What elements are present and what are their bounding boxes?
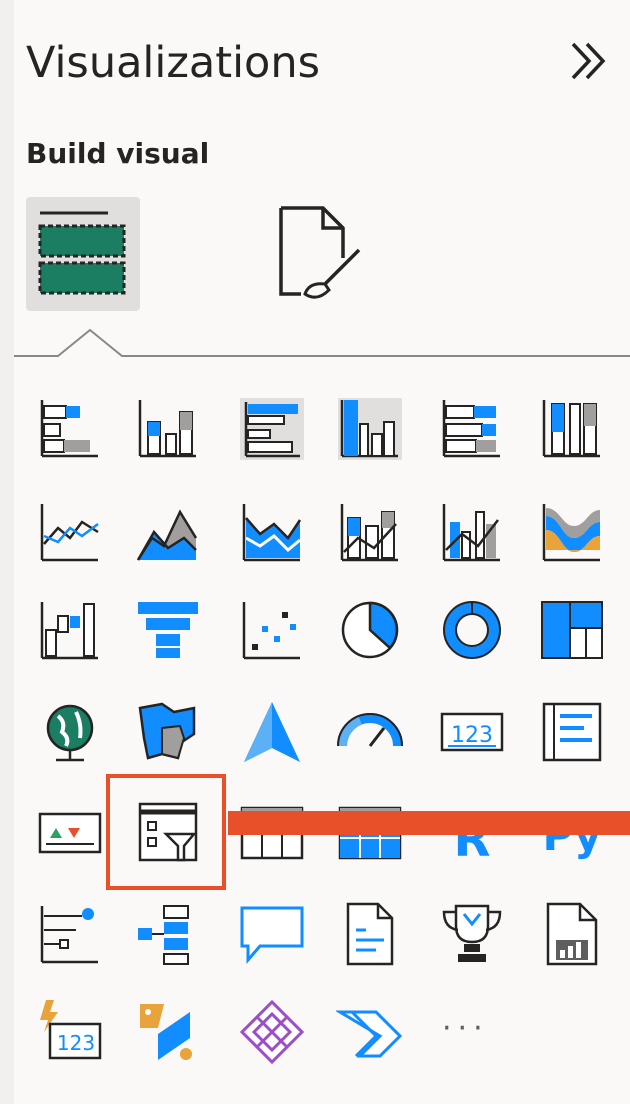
- power-apps-visual-button[interactable]: 123: [36, 998, 104, 1066]
- treemap-visual-button[interactable]: [538, 596, 606, 664]
- funnel-chart-visual-button[interactable]: [134, 596, 202, 664]
- svg-text:123: 123: [451, 723, 493, 748]
- multi-row-card-icon: [542, 702, 602, 762]
- kpi-icon: [38, 812, 102, 854]
- stacked-area-chart-icon: [242, 504, 302, 562]
- 100-stacked-bar-chart-icon: [442, 400, 500, 458]
- map-visual-button[interactable]: [36, 698, 104, 766]
- power-bi-app-visual-button[interactable]: [238, 998, 306, 1066]
- collapse-pane-button[interactable]: [567, 36, 611, 86]
- smart-narrative-icon: [346, 902, 394, 966]
- treemap-icon: [541, 601, 603, 659]
- line-and-clustered-column-chart-icon: [442, 504, 500, 562]
- chevron-double-right-icon: [571, 42, 606, 80]
- line-and-stacked-column-chart-icon: [340, 504, 398, 562]
- pie-chart-visual-button[interactable]: [336, 596, 404, 664]
- key-influencers-visual-button[interactable]: [36, 900, 104, 968]
- ribbon-chart-visual-button[interactable]: [538, 498, 606, 566]
- card-icon: 123: [440, 712, 504, 752]
- map-icon: [46, 704, 94, 762]
- line-chart-visual-button[interactable]: [36, 498, 104, 566]
- clustered-column-chart-visual-button[interactable]: [336, 394, 404, 462]
- area-chart-visual-button[interactable]: [134, 498, 202, 566]
- waterfall-chart-visual-button[interactable]: [36, 596, 104, 664]
- stacked-column-chart-visual-button[interactable]: [134, 394, 202, 462]
- paginated-report-icon: [546, 902, 598, 966]
- power-apps-icon: 123: [40, 1000, 102, 1060]
- qa-visual-button[interactable]: [238, 900, 306, 968]
- tab-divider: [14, 328, 630, 357]
- power-automate-visual-button[interactable]: [134, 998, 202, 1066]
- format-visual-tab[interactable]: [265, 200, 375, 310]
- area-chart-icon: [136, 509, 198, 561]
- stacked-area-chart-visual-button[interactable]: [238, 498, 306, 566]
- funnel-chart-icon: [138, 602, 198, 658]
- line-and-clustered-column-chart-visual-button[interactable]: [438, 498, 506, 566]
- donut-chart-visual-button[interactable]: [438, 596, 506, 664]
- goals-icon: [442, 904, 502, 962]
- clustered-column-chart-icon: [338, 398, 402, 460]
- pie-chart-icon: [341, 601, 399, 659]
- svg-text:123: 123: [57, 1031, 95, 1055]
- section-label: Build visual: [26, 137, 210, 170]
- power-automate-icon: [140, 1004, 192, 1060]
- gauge-visual-button[interactable]: [336, 698, 404, 766]
- pane-title: Visualizations: [26, 38, 321, 88]
- scatter-chart-visual-button[interactable]: [238, 596, 306, 664]
- power-bi-app-icon: [239, 999, 305, 1065]
- line-and-stacked-column-chart-visual-button[interactable]: [336, 498, 404, 566]
- card-visual-button[interactable]: 123: [438, 698, 506, 766]
- annotation-arrow: [228, 811, 630, 835]
- format-paintbrush-icon: [279, 206, 361, 299]
- donut-chart-icon: [443, 601, 501, 659]
- build-visual-tab[interactable]: [26, 197, 140, 311]
- stacked-column-chart-icon: [138, 400, 196, 458]
- waterfall-chart-icon: [40, 602, 98, 660]
- 100-stacked-column-chart-visual-button[interactable]: [538, 394, 606, 462]
- scatter-chart-icon: [242, 602, 300, 660]
- arcgis-icon: [336, 1010, 403, 1058]
- clustered-bar-chart-visual-button[interactable]: [238, 394, 306, 462]
- qa-icon: [240, 906, 304, 965]
- azure-map-icon: [244, 702, 300, 762]
- smart-narrative-visual-button[interactable]: [336, 900, 404, 968]
- ribbon-chart-icon: [542, 504, 600, 562]
- key-influencers-icon: [40, 906, 98, 964]
- stacked-bar-chart-visual-button[interactable]: [36, 394, 104, 462]
- more-visuals-icon: ···: [442, 1011, 489, 1046]
- slicer-highlight-box: [106, 774, 226, 890]
- kpi-visual-button[interactable]: [36, 798, 104, 866]
- filled-map-visual-button[interactable]: [134, 698, 202, 766]
- filled-map-icon: [138, 702, 196, 760]
- decomposition-tree-visual-button[interactable]: [134, 900, 202, 968]
- arcgis-visual-button[interactable]: [336, 998, 404, 1066]
- fields-well-icon: [38, 211, 126, 295]
- paginated-report-visual-button[interactable]: [538, 900, 606, 968]
- multi-row-card-visual-button[interactable]: [538, 698, 606, 766]
- more-visuals-visual-button[interactable]: ···: [438, 998, 506, 1066]
- clustered-bar-chart-icon: [240, 398, 304, 460]
- stacked-bar-chart-icon: [40, 400, 98, 458]
- line-chart-icon: [40, 504, 99, 562]
- decomposition-tree-icon: [138, 905, 189, 965]
- 100-stacked-bar-chart-visual-button[interactable]: [438, 394, 506, 462]
- gauge-icon: [337, 713, 403, 747]
- azure-map-visual-button[interactable]: [238, 698, 306, 766]
- goals-visual-button[interactable]: [438, 900, 506, 968]
- 100-stacked-column-chart-icon: [542, 400, 600, 458]
